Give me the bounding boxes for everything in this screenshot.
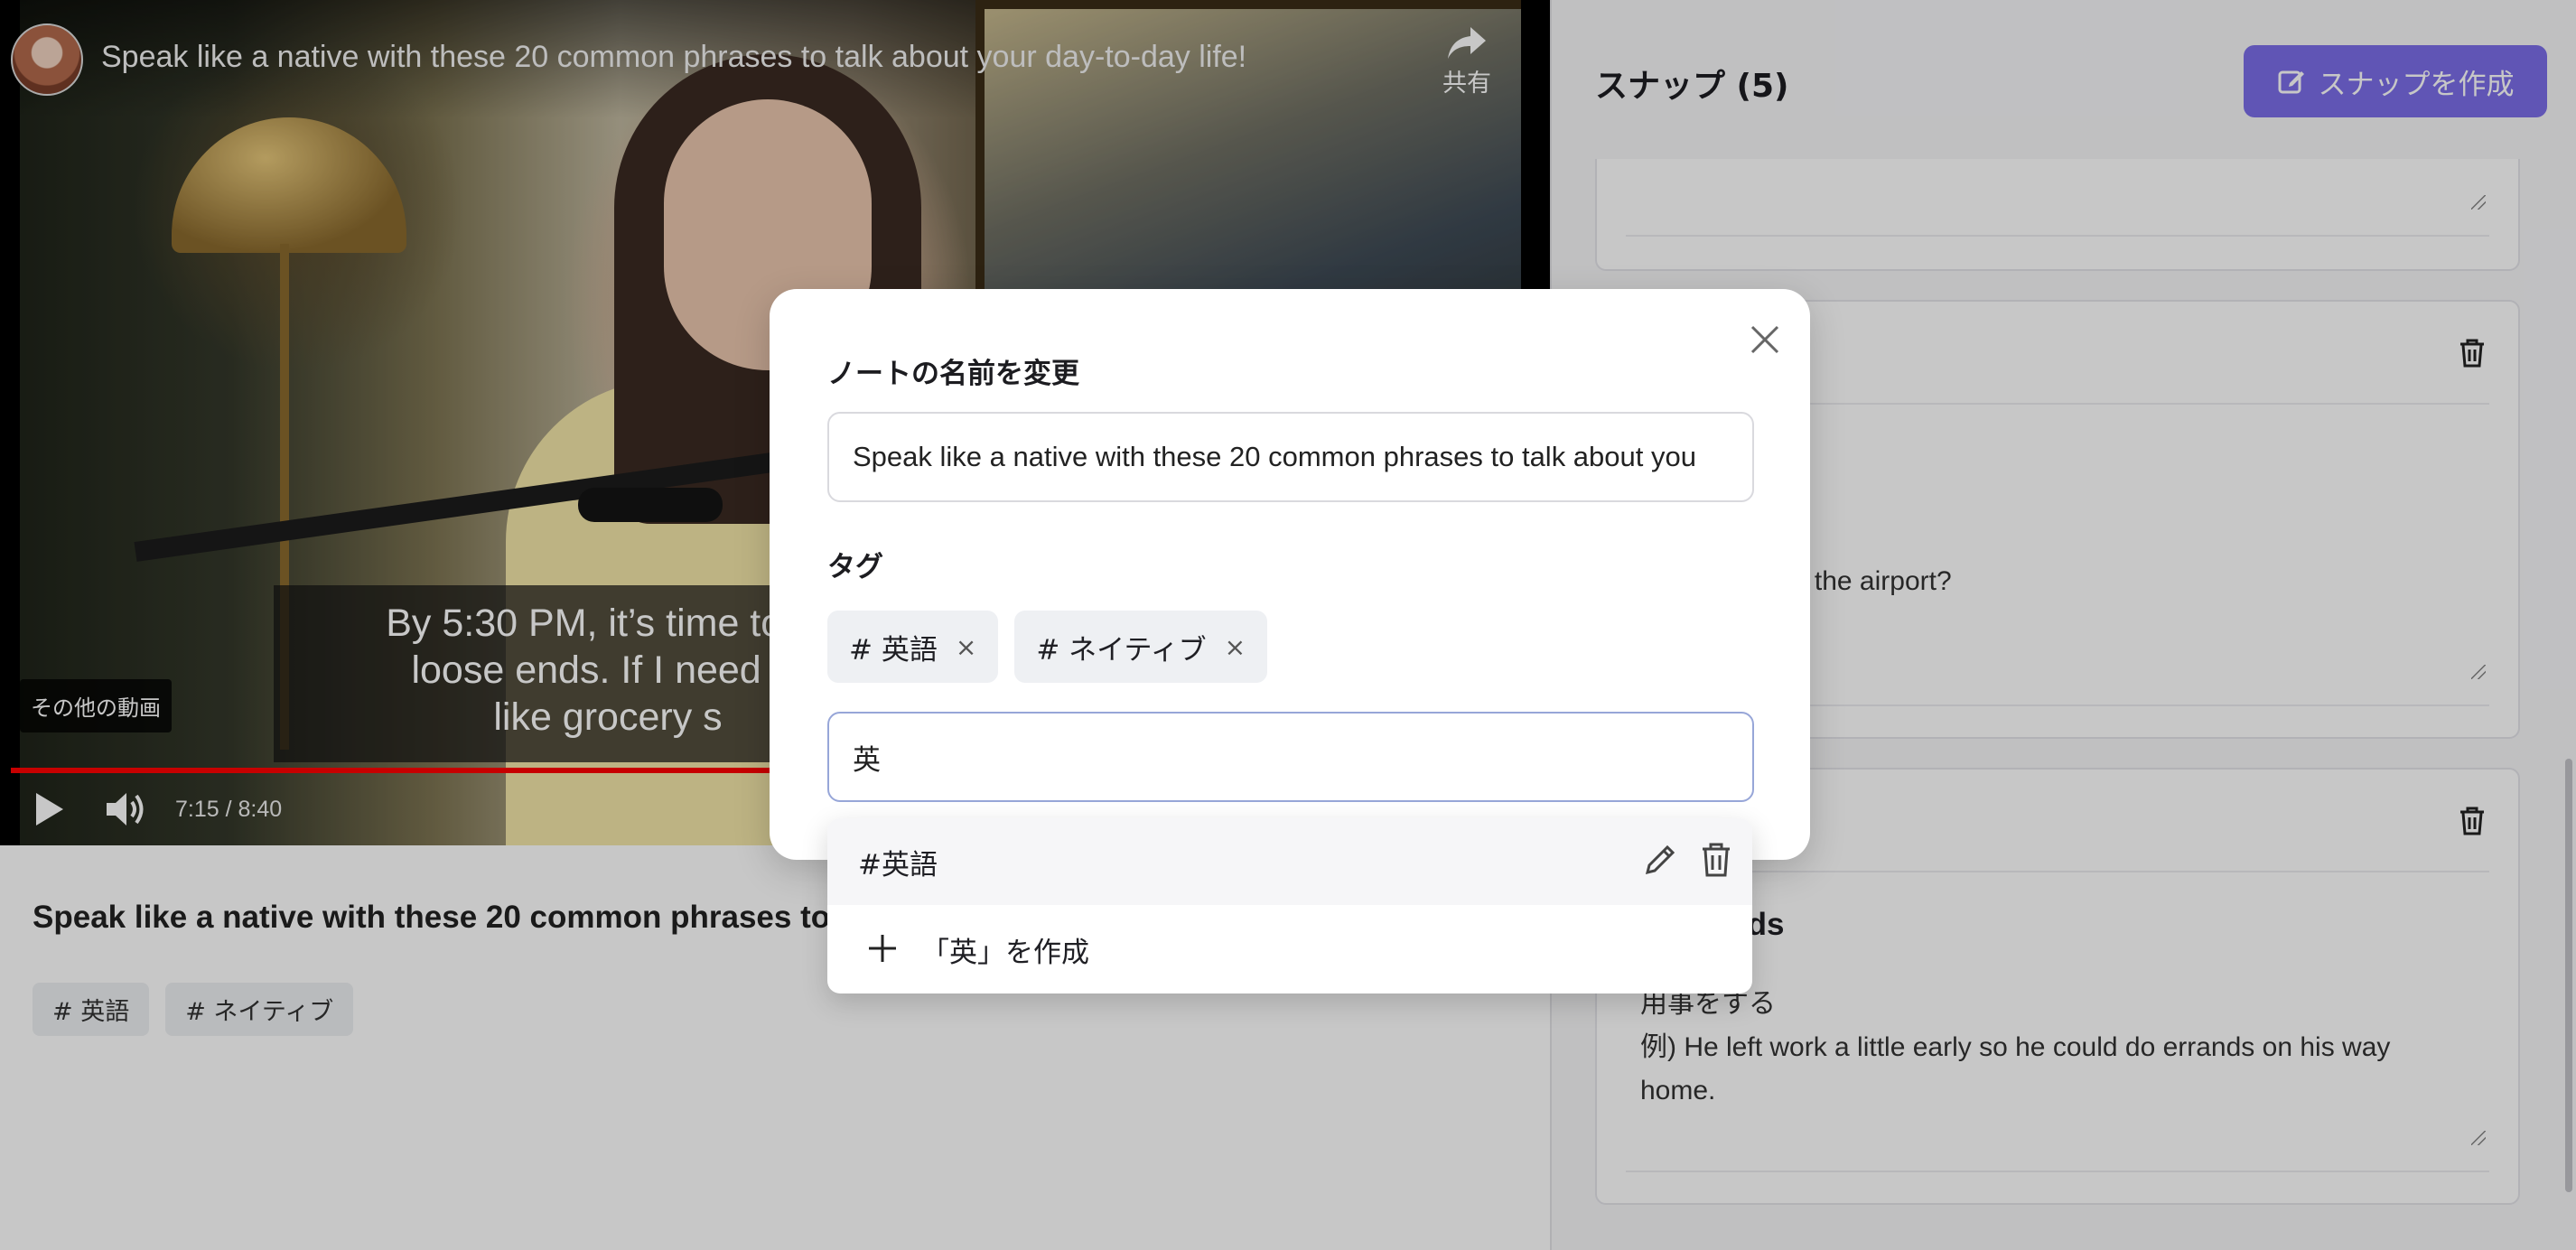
- pencil-icon: [1645, 844, 1675, 875]
- tag-search-input[interactable]: [827, 712, 1754, 802]
- create-tag-label: 「英」を作成: [921, 936, 1089, 969]
- tag-chip: # ネイティブ ×: [1014, 611, 1268, 683]
- create-tag-item[interactable]: 「英」を作成: [827, 906, 1752, 993]
- rename-note-dialog: ノートの名前を変更 タグ # 英語 × # ネイティブ ×: [770, 289, 1810, 860]
- edit-tag-button[interactable]: [1642, 842, 1678, 882]
- tag-chip-label: # 英語: [849, 633, 938, 667]
- delete-tag-button[interactable]: [1700, 842, 1732, 882]
- trash-icon: [1703, 843, 1730, 877]
- tag-chip-label: # ネイティブ: [1036, 633, 1207, 667]
- tags-label: タグ: [827, 551, 883, 583]
- tag-suggestions-dropdown: #英語 「英」を作成: [827, 818, 1752, 993]
- tag-suggestion-label: #英語: [858, 848, 938, 882]
- note-name-input[interactable]: [827, 412, 1754, 502]
- remove-tag-button[interactable]: ×: [956, 632, 976, 662]
- close-button[interactable]: [1747, 322, 1783, 358]
- tag-chip: # 英語 ×: [827, 611, 999, 683]
- remove-tag-button[interactable]: ×: [1225, 632, 1246, 662]
- tag-suggestion-item[interactable]: #英語: [827, 818, 1752, 905]
- close-icon: [1750, 325, 1779, 354]
- plus-icon: [862, 928, 903, 973]
- rename-label: ノートの名前を変更: [827, 358, 1079, 390]
- tag-chips: # 英語 × # ネイティブ ×: [827, 611, 1268, 683]
